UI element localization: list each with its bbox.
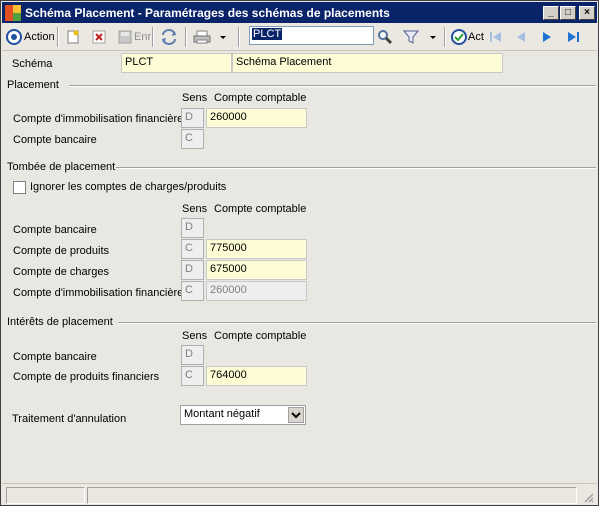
title-bar[interactable]: Schéma Placement - Paramétrages des sché… [2, 2, 597, 23]
placement-row-label: Compte bancaire [13, 134, 97, 146]
interets-row-label: Compte de produits financiers [13, 371, 160, 383]
tombee-row-label: Compte d'immobilisation financière [13, 287, 184, 299]
last-record-icon [568, 32, 579, 42]
minimize-button[interactable]: _ [543, 6, 559, 20]
sens-field: D [181, 108, 204, 128]
ignore-checkbox[interactable] [13, 181, 26, 194]
tombee-row-label: Compte de charges [13, 266, 109, 278]
sens-field: C [181, 239, 204, 259]
compte-field[interactable]: 775000 [206, 239, 307, 259]
status-pane [87, 487, 577, 504]
ignore-label: Ignorer les comptes de charges/produits [30, 181, 227, 193]
interets-section-title: Intérêts de placement [7, 316, 113, 328]
compte-header: Compte comptable [214, 203, 307, 215]
toolbar: Action Enr PLCT Act [2, 23, 597, 51]
sens-header: Sens [182, 330, 208, 342]
new-document-icon [67, 30, 79, 44]
compte-header: Compte comptable [214, 92, 307, 104]
window-title: Schéma Placement - Paramétrages des sché… [25, 6, 390, 20]
compte-field-readonly: 260000 [206, 281, 307, 301]
search-value: PLCT [252, 28, 283, 40]
status-pane [6, 487, 85, 504]
delete-icon [92, 30, 106, 44]
action-label: Action [24, 31, 55, 43]
status-bar [2, 483, 597, 505]
act-icon [451, 29, 467, 45]
annulation-selected-value: Montant négatif [184, 408, 260, 420]
compte-field[interactable]: 675000 [206, 260, 307, 280]
save-label: Enr [134, 31, 152, 43]
schema-code-field[interactable]: PLCT [121, 53, 232, 73]
previous-icon [517, 32, 525, 42]
placement-row-label: Compte d'immobilisation financière [13, 113, 184, 125]
chevron-down-icon[interactable] [288, 407, 304, 423]
delete-button[interactable] [91, 26, 107, 48]
next-record-button[interactable] [539, 26, 555, 48]
divider [118, 322, 596, 324]
chevron-down-icon [430, 36, 436, 39]
divider [69, 85, 596, 87]
placement-section-title: Placement [7, 79, 59, 91]
compte-field[interactable]: 260000 [206, 108, 307, 128]
printer-icon [193, 30, 211, 44]
action-icon [6, 29, 22, 45]
chevron-down-icon [220, 36, 226, 39]
first-record-button[interactable] [488, 26, 504, 48]
application-window: Schéma Placement - Paramétrages des sché… [0, 0, 599, 506]
new-button[interactable] [65, 26, 81, 48]
tombee-row-label: Compte de produits [13, 245, 109, 257]
compte-header: Compte comptable [214, 330, 307, 342]
filter-button[interactable] [403, 26, 419, 48]
resize-grip-icon[interactable] [582, 491, 594, 503]
refresh-button[interactable] [160, 26, 178, 48]
search-icon [378, 30, 393, 45]
compte-field[interactable]: 764000 [206, 366, 307, 386]
annulation-select[interactable]: Montant négatif [180, 405, 306, 425]
last-record-button[interactable] [565, 26, 581, 48]
sens-field: C [181, 366, 204, 386]
tombee-row-label: Compte bancaire [13, 224, 97, 236]
divider [116, 167, 596, 169]
sens-header: Sens [182, 92, 208, 104]
filter-dropdown-button[interactable] [429, 26, 437, 48]
first-record-icon [490, 32, 501, 42]
save-button[interactable]: Enr [117, 26, 151, 48]
sens-field: D [181, 260, 204, 280]
action-button[interactable]: Action [6, 26, 55, 48]
maximize-button[interactable]: □ [560, 6, 576, 20]
search-button[interactable] [377, 26, 393, 48]
search-input[interactable]: PLCT [249, 26, 374, 45]
next-icon [543, 32, 551, 42]
schema-name-field[interactable]: Schéma Placement [232, 53, 503, 73]
print-dropdown-button[interactable] [219, 26, 227, 48]
refresh-icon [162, 29, 176, 45]
sens-field: D [181, 218, 204, 238]
annulation-label: Traitement d'annulation [12, 413, 127, 425]
save-icon [118, 30, 132, 44]
act-button[interactable]: Act [451, 26, 484, 48]
tombee-section-title: Tombée de placement [7, 161, 116, 173]
filter-icon [403, 30, 419, 44]
interets-row-label: Compte bancaire [13, 351, 97, 363]
sens-field: D [181, 345, 204, 365]
app-icon [5, 5, 21, 21]
schema-label: Schéma [12, 58, 53, 70]
sens-field: C [181, 129, 204, 149]
sens-field: C [181, 281, 204, 301]
sens-header: Sens [182, 203, 208, 215]
previous-record-button[interactable] [513, 26, 529, 48]
close-window-button[interactable]: × [579, 6, 595, 20]
print-button[interactable] [193, 26, 211, 48]
act-label: Act [468, 31, 484, 43]
